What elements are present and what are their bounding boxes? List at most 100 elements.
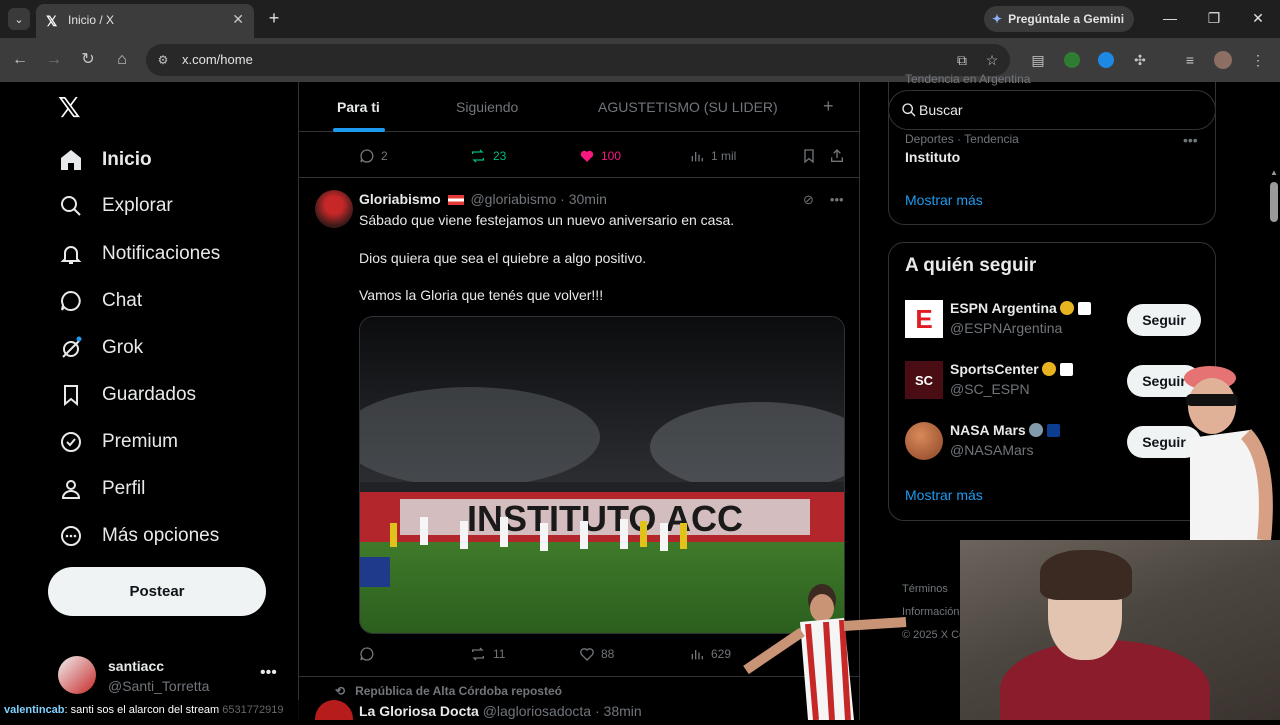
- views-button[interactable]: 1 mil: [689, 148, 736, 164]
- follow-name: SportsCenter: [950, 361, 1073, 377]
- close-window-icon[interactable]: ✕: [1248, 8, 1268, 28]
- trend-meta-top: Tendencia en Argentina: [905, 72, 1031, 86]
- profile-avatar-icon[interactable]: [1214, 51, 1232, 69]
- forward-icon[interactable]: →: [44, 50, 64, 70]
- post-text-line: Sábado que viene festejamos un nuevo ani…: [359, 212, 735, 228]
- home-page-icon[interactable]: ⌂: [112, 50, 132, 70]
- reply-button[interactable]: 2: [359, 148, 388, 164]
- back-icon[interactable]: ←: [10, 50, 30, 70]
- nav-item-mas-opciones[interactable]: Más opciones: [58, 522, 219, 550]
- repost-count: 11: [493, 647, 506, 661]
- stadium-banner-text: INSTITUTO ACC: [467, 498, 743, 539]
- account-switcher[interactable]: santiacc @Santi_Torretta •••: [58, 656, 288, 696]
- share-icon: [831, 149, 843, 162]
- scrollbar-thumb[interactable]: [1270, 182, 1278, 222]
- post-time[interactable]: · 38min: [595, 703, 642, 719]
- avatar[interactable]: [315, 700, 353, 720]
- views-chart-icon: [691, 152, 703, 162]
- tab-agustetismo[interactable]: AGUSTETISMO (SU LIDER): [598, 99, 778, 115]
- follow-button[interactable]: Seguir: [1127, 304, 1201, 336]
- verified-gold-icon: [1059, 301, 1074, 315]
- chrome-menu-icon[interactable]: ⋮: [1248, 50, 1268, 70]
- nav-item-perfil[interactable]: Perfil: [58, 475, 145, 503]
- avatar[interactable]: [315, 190, 353, 228]
- post-author-name[interactable]: La Gloriosa Docta: [359, 703, 479, 719]
- show-more-link[interactable]: Mostrar más: [905, 192, 983, 208]
- search-input[interactable]: [919, 91, 1199, 129]
- reading-list-icon[interactable]: ▤: [1028, 50, 1048, 70]
- share-button[interactable]: [829, 148, 845, 164]
- nav-label: Inicio: [102, 149, 152, 170]
- site-info-icon[interactable]: ⚙: [154, 51, 172, 69]
- views-chart-icon: [691, 650, 703, 660]
- add-tab-icon[interactable]: +: [823, 96, 834, 117]
- minimize-icon[interactable]: —: [1160, 8, 1180, 28]
- tab-search-dropdown-icon[interactable]: ⌄: [8, 8, 30, 30]
- follow-suggestion[interactable]: NASA Mars @NASAMars Seguir: [905, 422, 1201, 462]
- reply-icon: [360, 647, 374, 661]
- post-time[interactable]: · 30min: [560, 191, 607, 207]
- nav-item-grok[interactable]: Grok: [58, 334, 143, 362]
- reply-button[interactable]: [359, 646, 381, 662]
- feed-tabs: Para ti Siguiendo AGUSTETISMO (SU LIDER)…: [299, 82, 859, 132]
- tab-para-ti[interactable]: Para ti: [337, 99, 380, 115]
- search-box[interactable]: [888, 90, 1216, 130]
- bookmark-star-icon[interactable]: ☆: [982, 50, 1002, 70]
- extension-blue-icon[interactable]: [1098, 52, 1114, 68]
- views-button[interactable]: 629: [689, 646, 731, 662]
- follow-name-text: NASA Mars: [950, 422, 1026, 438]
- repost-count: 23: [493, 149, 507, 163]
- follow-suggestion[interactable]: SC SportsCenter @SC_ESPN Seguir: [905, 361, 1201, 401]
- extension-green-icon[interactable]: [1064, 52, 1080, 68]
- repost-button[interactable]: 23: [469, 148, 506, 164]
- post-divider: [299, 177, 859, 178]
- nav-item-premium[interactable]: Premium: [58, 428, 178, 456]
- bookmark-icon: [804, 149, 814, 164]
- follow-handle: @ESPNArgentina: [950, 320, 1063, 336]
- post-button[interactable]: Postear: [48, 567, 266, 616]
- gemini-button[interactable]: ✦ Pregúntale a Gemini: [984, 6, 1135, 32]
- nav-item-explorar[interactable]: Explorar: [58, 192, 173, 220]
- like-button[interactable]: 88: [579, 646, 614, 662]
- nav-label: Notificaciones: [102, 243, 221, 264]
- heart-icon: [580, 648, 594, 661]
- more-dots-icon[interactable]: •••: [830, 192, 844, 208]
- more-dots-icon[interactable]: •••: [1183, 132, 1198, 148]
- post-author-handle[interactable]: @lagloriosadocta: [483, 703, 591, 719]
- post-author-handle[interactable]: @gloriabismo: [470, 191, 556, 207]
- browser-toolbar: ← → ↻ ⌂ ⚙ x.com/home ⧉ ☆ ▤ ✣ ≡ ⋮: [0, 38, 1280, 82]
- extensions-puzzle-icon[interactable]: ✣: [1130, 50, 1150, 70]
- nav-item-chat[interactable]: Chat: [58, 287, 142, 315]
- address-bar[interactable]: ⚙ x.com/home ⧉ ☆: [146, 44, 1010, 76]
- trend-name[interactable]: Instituto: [905, 149, 960, 165]
- maximize-icon[interactable]: ❐: [1204, 8, 1224, 28]
- post-text-line: Vamos la Gloria que tenés que volver!!!: [359, 287, 604, 303]
- nav-item-inicio[interactable]: Inicio: [58, 146, 152, 174]
- follow-name-text: ESPN Argentina: [950, 300, 1057, 316]
- post-top-icons: ⊘ •••: [803, 192, 844, 208]
- x-logo-icon[interactable]: 𝕏: [58, 94, 86, 122]
- grok-explain-icon[interactable]: ⊘: [803, 192, 814, 208]
- tab-siguiendo[interactable]: Siguiendo: [456, 99, 518, 115]
- install-app-icon[interactable]: ⧉: [952, 50, 972, 70]
- follow-name-text: SportsCenter: [950, 361, 1039, 377]
- like-button[interactable]: 100: [579, 148, 621, 164]
- media-controls-icon[interactable]: ≡: [1180, 50, 1200, 70]
- more-dots-icon[interactable]: •••: [260, 664, 277, 682]
- follow-suggestion[interactable]: E ESPN Argentina @ESPNArgentina Seguir: [905, 300, 1201, 340]
- browser-tab[interactable]: 𝕏 Inicio / X ✕: [36, 4, 254, 38]
- streamer-sticker-image: [1160, 364, 1280, 541]
- scroll-up-arrow-icon[interactable]: ▲: [1270, 168, 1278, 177]
- close-tab-icon[interactable]: ✕: [232, 11, 244, 28]
- repost-button[interactable]: 11: [469, 646, 505, 662]
- nav-item-notificaciones[interactable]: Notificaciones: [58, 240, 220, 268]
- nav-label: Grok: [102, 337, 144, 358]
- repost-note[interactable]: ⟲ República de Alta Córdoba reposteó: [335, 684, 562, 698]
- nav-item-guardados[interactable]: Guardados: [58, 381, 196, 409]
- show-more-link[interactable]: Mostrar más: [905, 487, 983, 503]
- bookmark-button[interactable]: [801, 148, 817, 164]
- like-count: 100: [601, 149, 622, 163]
- new-tab-icon[interactable]: +: [264, 8, 284, 28]
- post-author-name[interactable]: Gloriabismo: [359, 191, 441, 207]
- reload-icon[interactable]: ↻: [78, 50, 98, 70]
